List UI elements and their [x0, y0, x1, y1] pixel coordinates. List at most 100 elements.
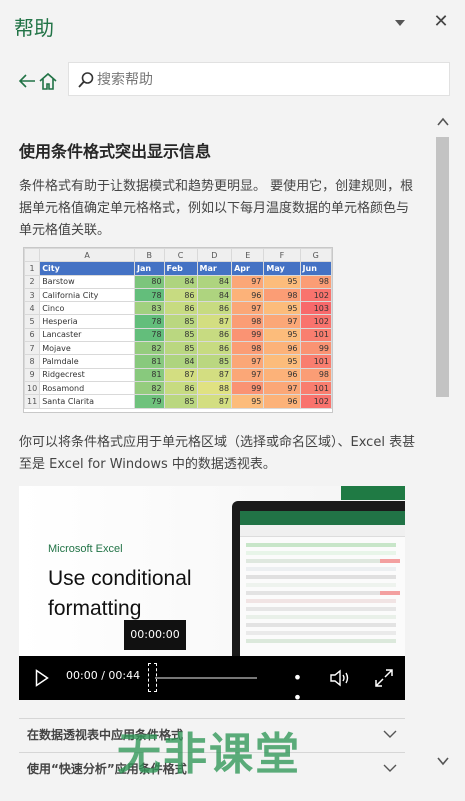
value-cell: 84: [163, 354, 198, 369]
close-icon[interactable]: ✕: [432, 12, 450, 32]
value-cell: 98: [299, 367, 333, 382]
value-cell: 83: [134, 301, 165, 316]
city-cell: Palmdale: [39, 354, 135, 369]
column-header: F: [263, 247, 301, 263]
row-number: 2: [23, 274, 41, 289]
table-row: 4 Cinco 83 86 86 97 95 103: [23, 301, 333, 316]
search-icon: [78, 72, 94, 88]
fullscreen-icon[interactable]: [374, 668, 394, 688]
search-input[interactable]: [97, 67, 437, 93]
value-cell: 101: [299, 354, 333, 369]
scroll-down-icon[interactable]: [436, 755, 450, 767]
chevron-down-icon: [383, 730, 397, 738]
back-arrow-icon[interactable]: [17, 72, 37, 90]
table-header-cell: Feb: [163, 261, 198, 276]
row-number: 10: [23, 380, 41, 396]
column-header: D: [196, 247, 233, 263]
value-cell: 96: [231, 287, 265, 303]
vertical-scrollbar[interactable]: [430, 108, 455, 776]
value-cell: 103: [299, 301, 333, 316]
video-heading: Use conditional formatting: [48, 567, 192, 620]
value-cell: 98: [299, 274, 333, 289]
value-cell: 86: [196, 301, 233, 316]
video-accent-block: [341, 486, 405, 500]
row-number: 5: [23, 314, 41, 329]
value-cell: 95: [263, 274, 301, 289]
value-cell: 85: [163, 327, 198, 343]
table-header-cell: City: [39, 261, 135, 276]
row-number: 4: [23, 301, 41, 316]
row-number: 8: [23, 354, 41, 369]
value-cell: 78: [134, 314, 165, 329]
value-cell: 86: [196, 327, 233, 343]
value-cell: 85: [163, 341, 198, 356]
table-row: 2 Barstow 80 84 84 97 95 98: [23, 274, 333, 289]
value-cell: 97: [231, 274, 265, 289]
volume-icon[interactable]: [329, 668, 351, 688]
value-cell: 97: [231, 354, 265, 369]
value-cell: 79: [134, 394, 165, 409]
table-row: 9 Ridgecrest 81 87 87 97 96 98: [23, 367, 333, 382]
table-row: 11 Santa Clarita 79 85 87 95 96 102: [23, 394, 333, 409]
video-time: 00:00 / 00:44: [66, 669, 141, 682]
panel-options-icon[interactable]: [394, 18, 406, 28]
laptop-screen: [240, 511, 405, 656]
value-cell: 86: [196, 341, 233, 356]
value-cell: 102: [299, 287, 333, 303]
video-brand: Microsoft Excel: [48, 543, 123, 555]
table-row: 10 Rosamond 82 86 88 99 97 101: [23, 380, 333, 396]
panel-title: 帮助: [14, 16, 54, 40]
value-cell: 81: [134, 367, 165, 382]
video-controls: 00:00 / 00:44 • • •: [19, 656, 405, 700]
timestamp-tooltip: 00:00:00: [124, 620, 186, 650]
column-header: G: [299, 247, 333, 263]
value-cell: 102: [299, 314, 333, 329]
row-number: 7: [23, 341, 41, 356]
column-header: C: [163, 247, 198, 263]
row-number: 3: [23, 287, 41, 303]
row-number: 6: [23, 327, 41, 343]
value-cell: 98: [231, 341, 265, 356]
help-article: 使用条件格式突出显示信息 条件格式有助于让数据模式和趋势更明显。 要使用它，创建…: [0, 108, 430, 801]
more-options-icon[interactable]: • • •: [287, 668, 309, 700]
table-header-cell: Mar: [196, 261, 233, 276]
table-row: 5 Hesperia 78 85 87 98 97 102: [23, 314, 333, 329]
scrollbar-thumb[interactable]: [436, 137, 449, 397]
value-cell: 97: [231, 367, 265, 382]
row-number: 9: [23, 367, 41, 382]
value-cell: 87: [196, 314, 233, 329]
table-header-cell: Jan: [134, 261, 165, 276]
chevron-down-icon: [383, 764, 397, 772]
value-cell: 78: [134, 327, 165, 343]
search-box[interactable]: [68, 62, 450, 96]
table-header-cell: Jun: [299, 261, 333, 276]
spreadsheet-table: A B C D E F G 1 City Jan Feb Mar Apr May Jun 2 Barstow 80…: [23, 247, 333, 409]
value-cell: 88: [196, 380, 233, 396]
city-cell: Santa Clarita: [39, 394, 135, 409]
value-cell: 86: [163, 287, 198, 303]
sheet-corner: [23, 247, 41, 263]
city-cell: Hesperia: [39, 314, 135, 329]
scroll-up-icon[interactable]: [436, 116, 450, 128]
value-cell: 98: [263, 287, 301, 303]
laptop-image: [232, 501, 405, 661]
city-cell: Ridgecrest: [39, 367, 135, 382]
value-cell: 101: [299, 327, 333, 343]
value-cell: 86: [163, 380, 198, 396]
value-cell: 84: [196, 287, 233, 303]
article-title: 使用条件格式突出显示信息: [19, 142, 212, 161]
value-cell: 96: [263, 341, 301, 356]
value-cell: 99: [231, 327, 265, 343]
video-player[interactable]: Microsoft Excel Use conditional formatti…: [19, 486, 405, 700]
city-cell: California City: [39, 287, 135, 303]
value-cell: 101: [299, 380, 333, 396]
progress-track[interactable]: [155, 677, 257, 679]
value-cell: 87: [196, 367, 233, 382]
value-cell: 87: [163, 367, 198, 382]
value-cell: 96: [263, 367, 301, 382]
play-icon[interactable]: [35, 669, 49, 687]
value-cell: 78: [134, 287, 165, 303]
city-cell: Lancaster: [39, 327, 135, 343]
city-cell: Barstow: [39, 274, 135, 289]
home-icon[interactable]: [38, 71, 58, 91]
